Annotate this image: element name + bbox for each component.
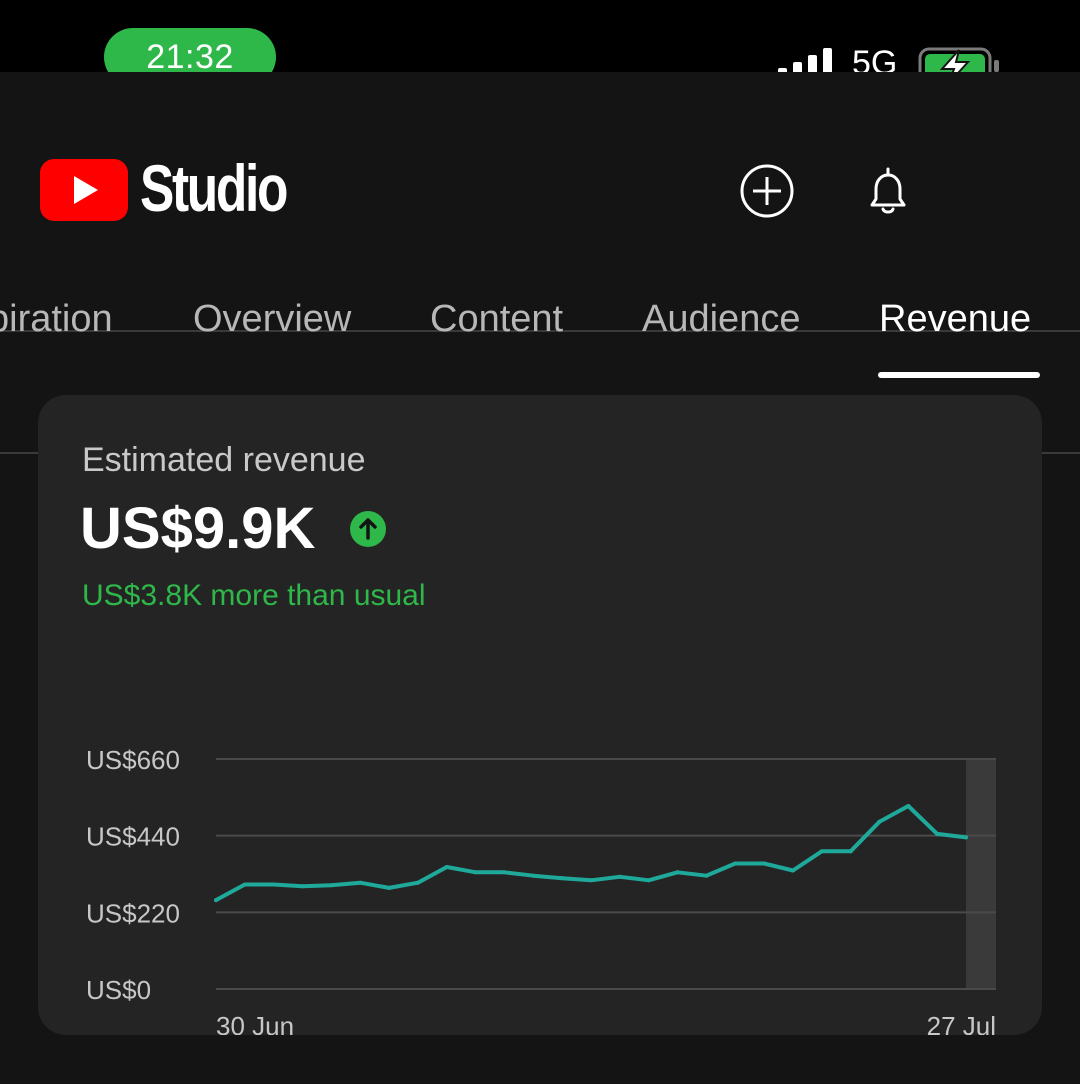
- tab-overview[interactable]: Overview: [193, 298, 351, 341]
- data-point: [560, 876, 565, 881]
- y-tick-label: US$220: [86, 898, 180, 928]
- data-point: [877, 819, 882, 824]
- data-point: [762, 861, 767, 866]
- brand-title: Studio: [140, 151, 288, 225]
- data-point: [329, 883, 334, 888]
- data-point: [848, 849, 853, 854]
- data-point: [935, 831, 940, 836]
- data-point: [502, 870, 507, 875]
- data-point: [300, 884, 305, 889]
- data-point: [704, 873, 709, 878]
- data-point: [589, 878, 593, 883]
- tab-inspiration[interactable]: piration: [0, 298, 113, 341]
- estimated-revenue-card[interactable]: Estimated revenue US$9.9K US$3.8K more t…: [38, 395, 1042, 1035]
- data-point: [358, 880, 363, 885]
- y-tick-label: US$440: [86, 822, 180, 852]
- tab-content[interactable]: Content: [430, 298, 563, 341]
- data-point: [646, 878, 651, 883]
- revenue-line-chart[interactable]: US$660 US$440 US$220 US$0 30 Jun 27 Jul: [38, 655, 1042, 1035]
- data-point: [733, 861, 738, 866]
- data-point: [242, 882, 247, 887]
- revenue-series-line: [214, 804, 968, 903]
- create-button[interactable]: [737, 161, 797, 221]
- y-tick-label: US$0: [86, 975, 151, 1005]
- data-point: [790, 868, 795, 873]
- active-tab-indicator: [878, 372, 1040, 378]
- card-title: Estimated revenue: [82, 441, 366, 479]
- revenue-value: US$9.9K: [80, 496, 316, 561]
- data-point: [819, 849, 824, 854]
- data-point: [531, 873, 536, 878]
- data-point: [675, 870, 680, 875]
- data-point: [387, 885, 392, 890]
- data-point: [473, 870, 478, 875]
- youtube-logo-icon: [40, 159, 128, 221]
- data-point: [906, 804, 911, 809]
- data-point: [964, 835, 968, 840]
- trend-up-icon: [350, 511, 386, 547]
- tab-revenue[interactable]: Revenue: [879, 298, 1031, 341]
- data-point: [444, 865, 449, 870]
- data-point: [271, 882, 276, 887]
- tab-audience[interactable]: Audience: [642, 298, 800, 341]
- data-point: [214, 898, 218, 903]
- y-tick-label: US$660: [86, 745, 180, 775]
- x-tick-label: 27 Jul: [927, 1011, 996, 1035]
- comparison-text: US$3.8K more than usual: [82, 579, 426, 612]
- data-point: [415, 880, 420, 885]
- tab-bar: piration Overview Content Audience Reven…: [0, 260, 1080, 380]
- x-tick-label: 30 Jun: [216, 1011, 294, 1035]
- data-point: [617, 874, 622, 879]
- notifications-bell-icon[interactable]: [858, 161, 918, 221]
- selected-point-band: [966, 759, 996, 989]
